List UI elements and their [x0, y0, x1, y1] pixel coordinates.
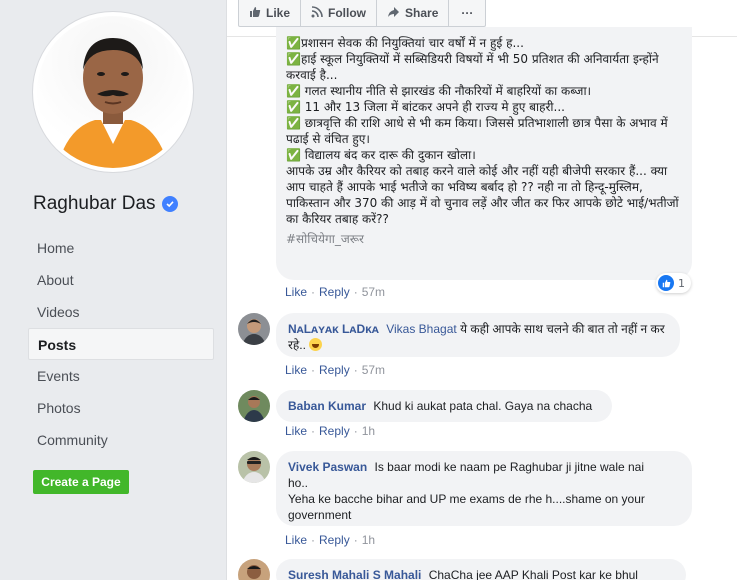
tagged-user[interactable]: Vikas Bhagat: [386, 322, 457, 336]
post-line: ✅ 11 और 13 जिला में बांटकर अपने ही राज्य…: [286, 100, 565, 114]
post-like-link[interactable]: Like: [285, 285, 307, 299]
separator: ·: [311, 285, 316, 299]
comment-author[interactable]: NᴀLᴀʏᴀᴋ LᴀDᴋᴀ: [288, 322, 379, 336]
page-name-text[interactable]: Raghubar Das: [33, 193, 156, 215]
nav-events[interactable]: Events: [28, 360, 214, 392]
post-reply-link[interactable]: Reply: [319, 285, 350, 299]
reaction-count[interactable]: 1: [656, 273, 691, 293]
nav-home[interactable]: Home: [28, 232, 214, 264]
post-meta: Like · Reply · 57m: [285, 285, 385, 299]
comment-bubble: Vivek Paswan Is baar modi ke naam pe Rag…: [276, 451, 692, 526]
post-line: ✅ छात्रवृत्ति की राशि आधे से भी कम किया।…: [286, 116, 672, 146]
separator: ·: [311, 363, 316, 377]
comment-text: government: [288, 508, 352, 522]
separator: ·: [311, 533, 316, 547]
share-arrow-icon: [387, 6, 400, 21]
profile-picture[interactable]: [33, 12, 193, 172]
post-area: Like Follow Share ··· ✅प्रशासन सेवक की न…: [226, 0, 737, 580]
separator: ·: [353, 533, 358, 547]
post-line: ✅ गलत स्थानीय नीति से झारखंड की नौकरियों…: [286, 84, 592, 98]
comment-timestamp[interactable]: 57m: [362, 363, 385, 377]
comment-text: Yeha ke bacche bihar and UP me exams de …: [288, 492, 645, 506]
more-options-button[interactable]: ···: [448, 0, 487, 27]
post-line: ✅प्रशासन सेवक की नियुक्तियां चार वर्षों …: [286, 36, 524, 50]
separator: ·: [353, 424, 358, 438]
comment-reply-link[interactable]: Reply: [319, 424, 350, 438]
post-line: आपके उम्र और कैरियर को तबाह करने वाले को…: [286, 164, 683, 226]
avatar[interactable]: [238, 451, 270, 483]
follow-label: Follow: [328, 6, 367, 20]
avatar[interactable]: [238, 390, 270, 422]
comment-bubble: Baban Kumar Khud ki aukat pata chal. Gay…: [276, 390, 612, 422]
like-label: Like: [266, 6, 291, 20]
avatar[interactable]: [238, 313, 270, 345]
comment-reply-link[interactable]: Reply: [319, 533, 350, 547]
comment-timestamp[interactable]: 1h: [362, 424, 375, 438]
comment-author[interactable]: Suresh Mahali S Mahali: [288, 568, 421, 580]
comment-like-link[interactable]: Like: [285, 533, 307, 547]
comment-reply-link[interactable]: Reply: [319, 363, 350, 377]
separator: ·: [353, 285, 358, 299]
more-dots-icon: ···: [461, 6, 474, 20]
like-page-button[interactable]: Like: [238, 0, 302, 27]
reaction-count-text: 1: [678, 276, 685, 290]
nav-about[interactable]: About: [28, 264, 214, 296]
comment-meta: Like · Reply · 1h: [285, 533, 375, 547]
comment-like-link[interactable]: Like: [285, 424, 307, 438]
create-page-button[interactable]: Create a Page: [33, 470, 129, 494]
comment-author[interactable]: Baban Kumar: [288, 399, 366, 413]
share-button[interactable]: Share: [376, 0, 450, 27]
nav-photos[interactable]: Photos: [28, 392, 214, 424]
profile-photo: [37, 16, 189, 168]
thumbs-up-icon: [249, 6, 261, 21]
avatar[interactable]: [238, 559, 270, 580]
comment-text: ChaCha jee AAP Khali Post kar ke bhul: [428, 568, 638, 580]
separator: ·: [311, 424, 316, 438]
separator: ·: [353, 363, 358, 377]
post-timestamp[interactable]: 57m: [362, 285, 385, 299]
post-line: ✅हाई स्कूल नियुक्तियों में सब्सिडियरी वि…: [286, 52, 663, 82]
nav-community[interactable]: Community: [28, 424, 214, 456]
page-sidebar: Raghubar Das Home About Videos Posts Eve…: [0, 0, 226, 580]
comment-author[interactable]: Vivek Paswan: [288, 460, 367, 474]
comment-timestamp[interactable]: 1h: [362, 533, 375, 547]
rss-icon: [311, 5, 323, 21]
page-nav: Home About Videos Posts Events Photos Co…: [28, 232, 214, 456]
laughing-emoji-icon: [309, 338, 323, 351]
comment-like-link[interactable]: Like: [285, 363, 307, 377]
post-text-bubble: ✅प्रशासन सेवक की नियुक्तियां चार वर्षों …: [276, 27, 692, 280]
comment-text: Khud ki aukat pata chal. Gaya na chacha: [373, 399, 593, 413]
page-title[interactable]: Raghubar Das: [33, 193, 178, 215]
share-label: Share: [405, 6, 439, 20]
comment-bubble: Suresh Mahali S Mahali ChaCha jee AAP Kh…: [276, 559, 686, 580]
post-line: ✅ विद्यालय बंद कर दारू की दुकान खोला।: [286, 148, 476, 162]
verified-badge-icon: [161, 196, 178, 212]
comment-meta: Like · Reply · 57m: [285, 363, 385, 377]
comment-meta: Like · Reply · 1h: [285, 424, 375, 438]
page-action-bar: Like Follow Share ···: [238, 0, 487, 27]
comment-text: ho..: [288, 476, 309, 490]
like-reaction-icon: [658, 275, 674, 291]
comment-bubble: NᴀLᴀʏᴀᴋ LᴀDᴋᴀ Vikas Bhagat ये कही आपके स…: [276, 313, 680, 357]
follow-button[interactable]: Follow: [300, 0, 378, 27]
nav-posts[interactable]: Posts: [28, 328, 214, 360]
comment-text: Is baar modi ke naam pe Raghubar ji jitn…: [374, 460, 644, 474]
nav-videos[interactable]: Videos: [28, 296, 214, 328]
hashtag-link[interactable]: #सोचियेगा_जरूर: [286, 231, 682, 247]
